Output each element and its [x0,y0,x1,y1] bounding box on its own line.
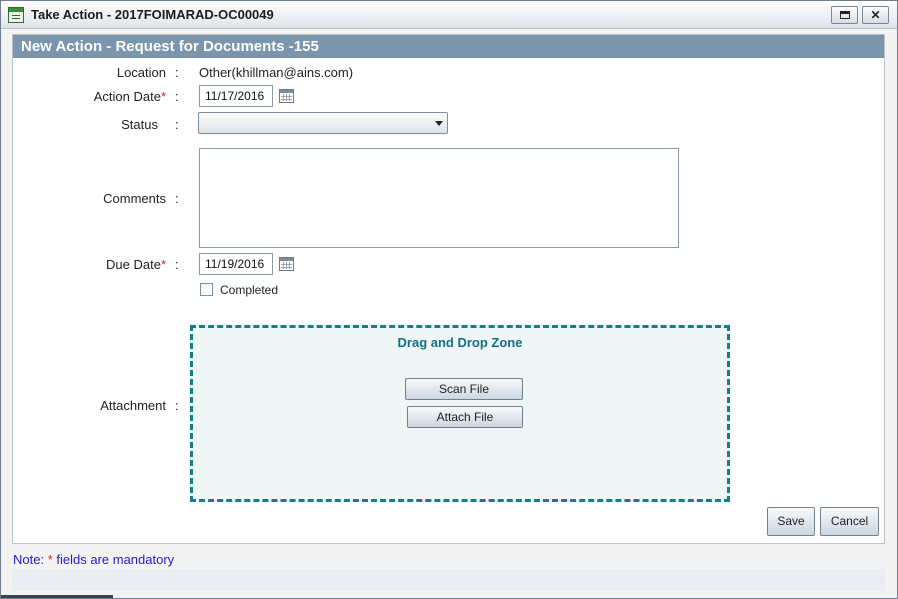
title-bar[interactable]: Take Action - 2017FOIMARAD-OC00049 ✕ [1,1,897,29]
take-action-window: Take Action - 2017FOIMARAD-OC00049 ✕ New… [0,0,898,599]
location-colon: : [175,65,179,80]
attachment-colon: : [175,398,179,413]
attachment-label: Attachment [100,398,166,413]
maximize-icon [839,11,850,19]
panel-header: New Action - Request for Documents -155 [13,35,884,58]
location-value: Other(khillman@ains.com) [199,65,354,80]
required-marker: * [47,552,53,567]
required-marker: * [160,89,166,104]
completed-label: Completed [220,283,279,297]
scan-file-button[interactable]: Scan File [405,378,523,400]
status-colon: : [175,117,179,132]
window-title: Take Action - 2017FOIMARAD-OC00049 [31,7,274,22]
completed-checkbox[interactable] [200,283,213,296]
dropzone-title: Drag and Drop Zone [397,335,523,350]
close-button[interactable]: ✕ [862,6,889,24]
footer-strip [12,569,885,591]
action-date-label: Action Date* [93,89,166,104]
comments-label: Comments [103,191,166,206]
maximize-button[interactable] [831,6,858,24]
location-label: Location [116,65,166,80]
bottom-bar [1,595,113,598]
calendar-icon[interactable] [279,257,294,271]
cancel-button[interactable]: Cancel [820,507,879,536]
form-icon [8,7,24,23]
calendar-icon[interactable] [279,89,294,103]
due-date-colon: : [175,257,179,272]
status-label: Status [121,117,158,132]
required-marker: * [160,257,166,272]
action-date-colon: : [175,89,179,104]
comments-colon: : [175,191,179,206]
attach-file-button[interactable]: Attach File [407,406,523,428]
comments-textarea[interactable] [199,148,679,248]
panel-title: New Action - Request for Documents -155 [21,38,319,55]
mandatory-fields-note: Note: * fields are mandatory [13,552,175,567]
due-date-input[interactable] [199,253,273,275]
close-icon: ✕ [870,8,881,22]
drag-and-drop-zone[interactable]: Drag and Drop Zone Scan File Attach File [190,325,730,502]
action-date-input[interactable] [199,85,273,107]
save-button[interactable]: Save [767,507,815,536]
due-date-label: Due Date* [106,257,166,272]
status-select[interactable] [198,112,448,134]
chevron-down-icon [435,121,443,126]
